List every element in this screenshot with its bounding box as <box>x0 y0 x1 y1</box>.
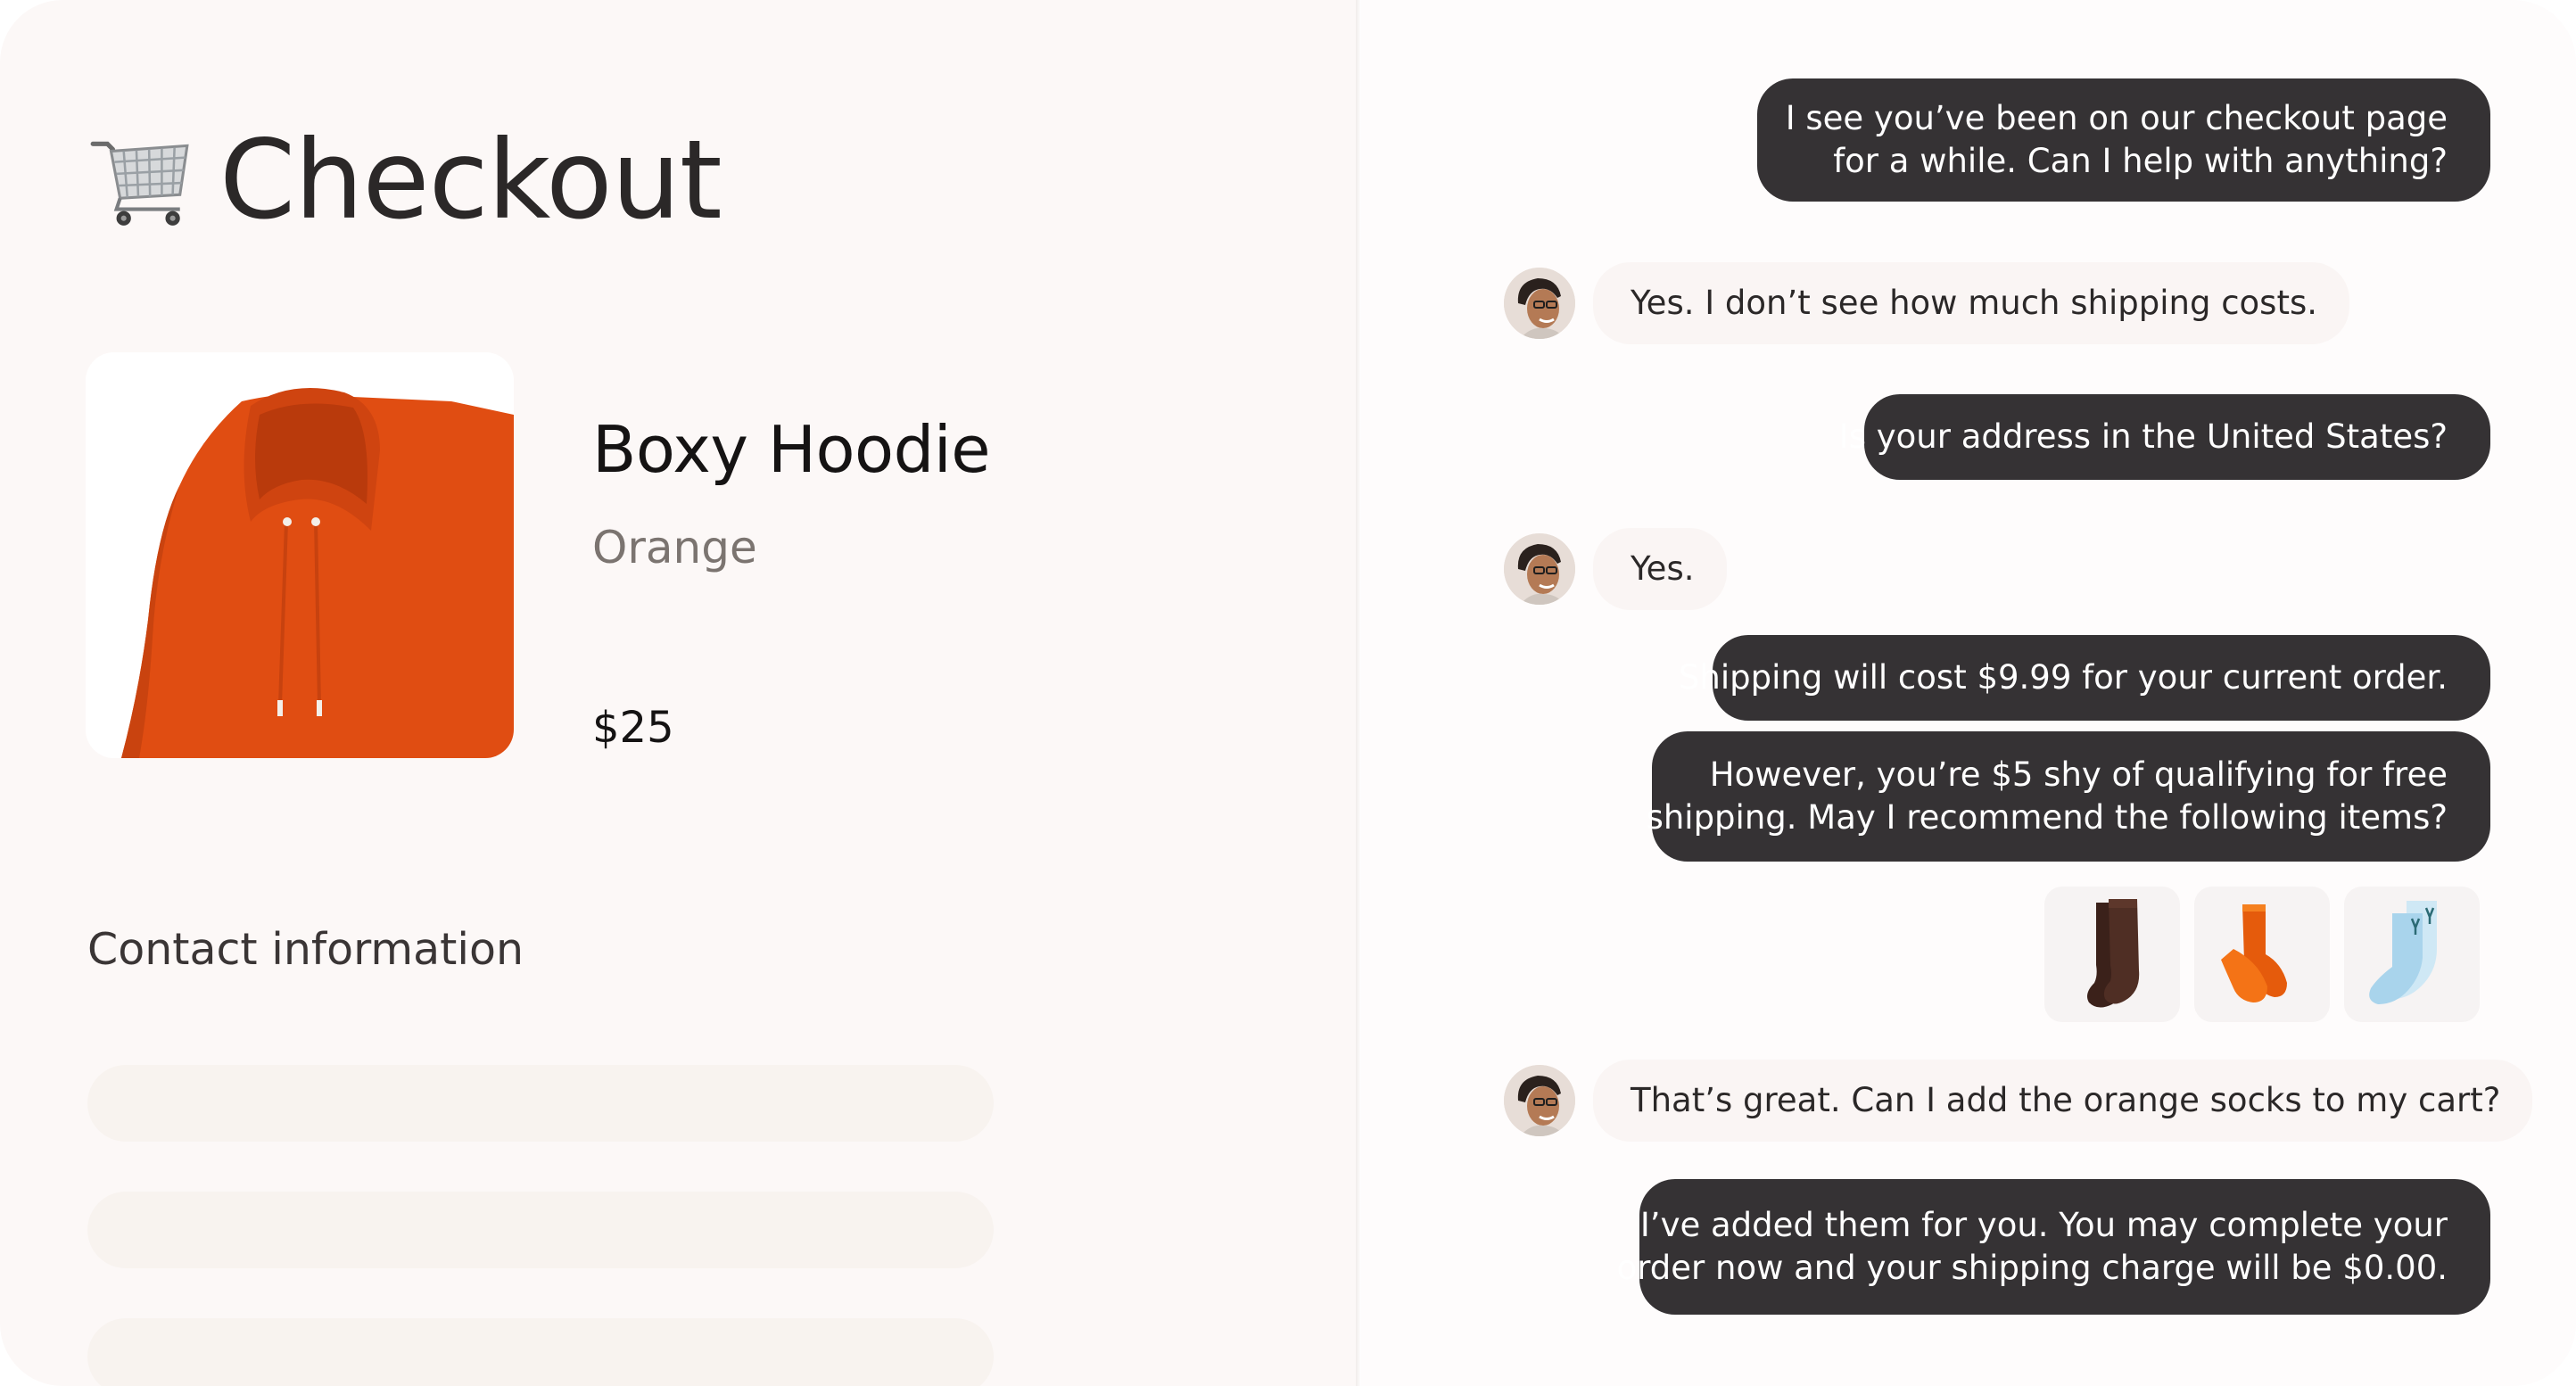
customer-avatar <box>1504 268 1575 339</box>
agent-message: I see you’ve been on our checkout page f… <box>1757 78 2490 202</box>
recommended-item-light-blue-socks[interactable] <box>2344 887 2480 1022</box>
message-line: I see you’ve been on our checkout page <box>1785 99 2448 137</box>
message-line: shipping. May I recommend the following … <box>1646 798 2448 837</box>
message-text: Yes. <box>1631 549 1695 588</box>
app-frame: Checkout Boxy Hoodie Orange $25 Contact … <box>0 0 2576 1386</box>
message-line: Is your address in the United States? <box>1838 417 2448 456</box>
agent-message: Is your address in the United States? <box>1839 394 2490 480</box>
chat-panel: I see you’ve been on our checkout page f… <box>1361 0 2576 1386</box>
avatar-image <box>1504 533 1575 605</box>
customer-message: Yes. I don’t see how much shipping costs… <box>1593 262 2350 344</box>
agent-message: I’ve added them for you. You may complet… <box>1617 1179 2490 1315</box>
avatar-image <box>1504 268 1575 339</box>
recommended-item-orange-socks[interactable] <box>2194 887 2330 1022</box>
checkout-panel: Checkout Boxy Hoodie Orange $25 Contact … <box>0 0 1356 1386</box>
message-line: order now and your shipping charge will … <box>1616 1249 2448 1287</box>
customer-message: Yes. <box>1593 528 1727 610</box>
agent-message: However, you’re $5 shy of qualifying for… <box>1647 731 2490 862</box>
contact-field-2[interactable] <box>87 1192 994 1268</box>
message-line: However, you’re $5 shy of qualifying for… <box>1709 755 2448 794</box>
orange-hoodie-image <box>86 352 514 758</box>
message-line: I’ve added them for you. You may complet… <box>1639 1206 2448 1244</box>
customer-message: That’s great. Can I add the orange socks… <box>1593 1060 2533 1142</box>
contact-field-1[interactable] <box>87 1065 994 1142</box>
product-name: Boxy Hoodie <box>592 412 991 487</box>
checkout-header: Checkout <box>86 118 722 243</box>
orange-socks-image <box>2221 904 2287 1002</box>
product-variant: Orange <box>592 522 757 573</box>
avatar-image <box>1504 1065 1575 1136</box>
recommended-item-brown-socks[interactable] <box>2044 887 2180 1022</box>
page-title: Checkout <box>219 117 722 243</box>
message-line: Shipping will cost $9.99 for your curren… <box>1678 658 2448 697</box>
agent-message: Shipping will cost $9.99 for your curren… <box>1679 635 2490 721</box>
message-text: Yes. I don’t see how much shipping costs… <box>1631 284 2318 322</box>
brown-socks-image <box>2087 899 2140 1008</box>
message-line: for a while. Can I help with anything? <box>1833 142 2448 180</box>
shopping-cart-icon <box>90 141 189 226</box>
product-image[interactable] <box>86 352 514 758</box>
contact-information-heading: Contact information <box>87 924 524 975</box>
customer-avatar <box>1504 533 1575 605</box>
light-blue-socks-image <box>2369 901 2437 1004</box>
product-price: $25 <box>592 703 674 753</box>
contact-field-3[interactable] <box>87 1318 994 1386</box>
customer-avatar <box>1504 1065 1575 1136</box>
message-text: That’s great. Can I add the orange socks… <box>1631 1081 2501 1119</box>
